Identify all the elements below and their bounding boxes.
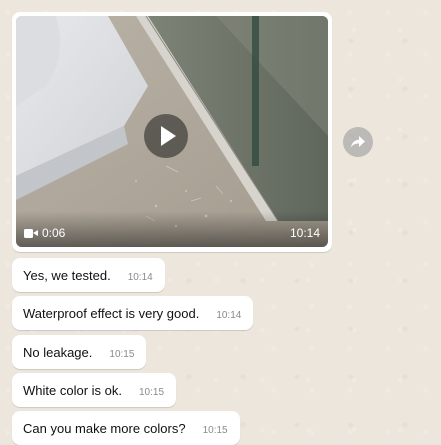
message-bubble[interactable]: Yes, we tested. 10:14 xyxy=(12,258,165,292)
video-timestamp: 10:14 xyxy=(289,226,320,240)
message-text: Yes, we tested. xyxy=(23,267,111,283)
message-bubble[interactable]: Waterproof effect is very good. 10:14 xyxy=(12,296,254,330)
message-time: 10:14 xyxy=(216,310,242,321)
forward-button[interactable] xyxy=(343,127,373,157)
video-message-bubble[interactable]: 0:06 10:14 xyxy=(12,12,332,252)
message-time: 10:15 xyxy=(202,425,228,436)
message-text: White color is ok. xyxy=(23,382,122,398)
play-icon xyxy=(161,126,176,146)
video-camera-icon xyxy=(24,228,38,238)
message-bubble[interactable]: Can you make more colors? 10:15 xyxy=(12,411,240,445)
message-text: No leakage. xyxy=(23,344,93,360)
video-duration: 0:06 xyxy=(24,226,65,240)
message-bubble[interactable]: No leakage. 10:15 xyxy=(12,335,147,369)
play-button[interactable] xyxy=(144,114,188,158)
forward-icon xyxy=(351,136,365,148)
message-time: 10:15 xyxy=(109,349,135,360)
video-thumbnail[interactable]: 0:06 10:14 xyxy=(16,16,328,247)
message-text: Waterproof effect is very good. xyxy=(23,305,200,321)
message-text: Can you make more colors? xyxy=(23,420,186,436)
message-time: 10:15 xyxy=(138,387,165,398)
message-time: 10:14 xyxy=(127,272,153,283)
video-duration-text: 0:06 xyxy=(42,226,66,240)
message-bubble[interactable]: White color is ok. 10:15 xyxy=(12,373,177,407)
